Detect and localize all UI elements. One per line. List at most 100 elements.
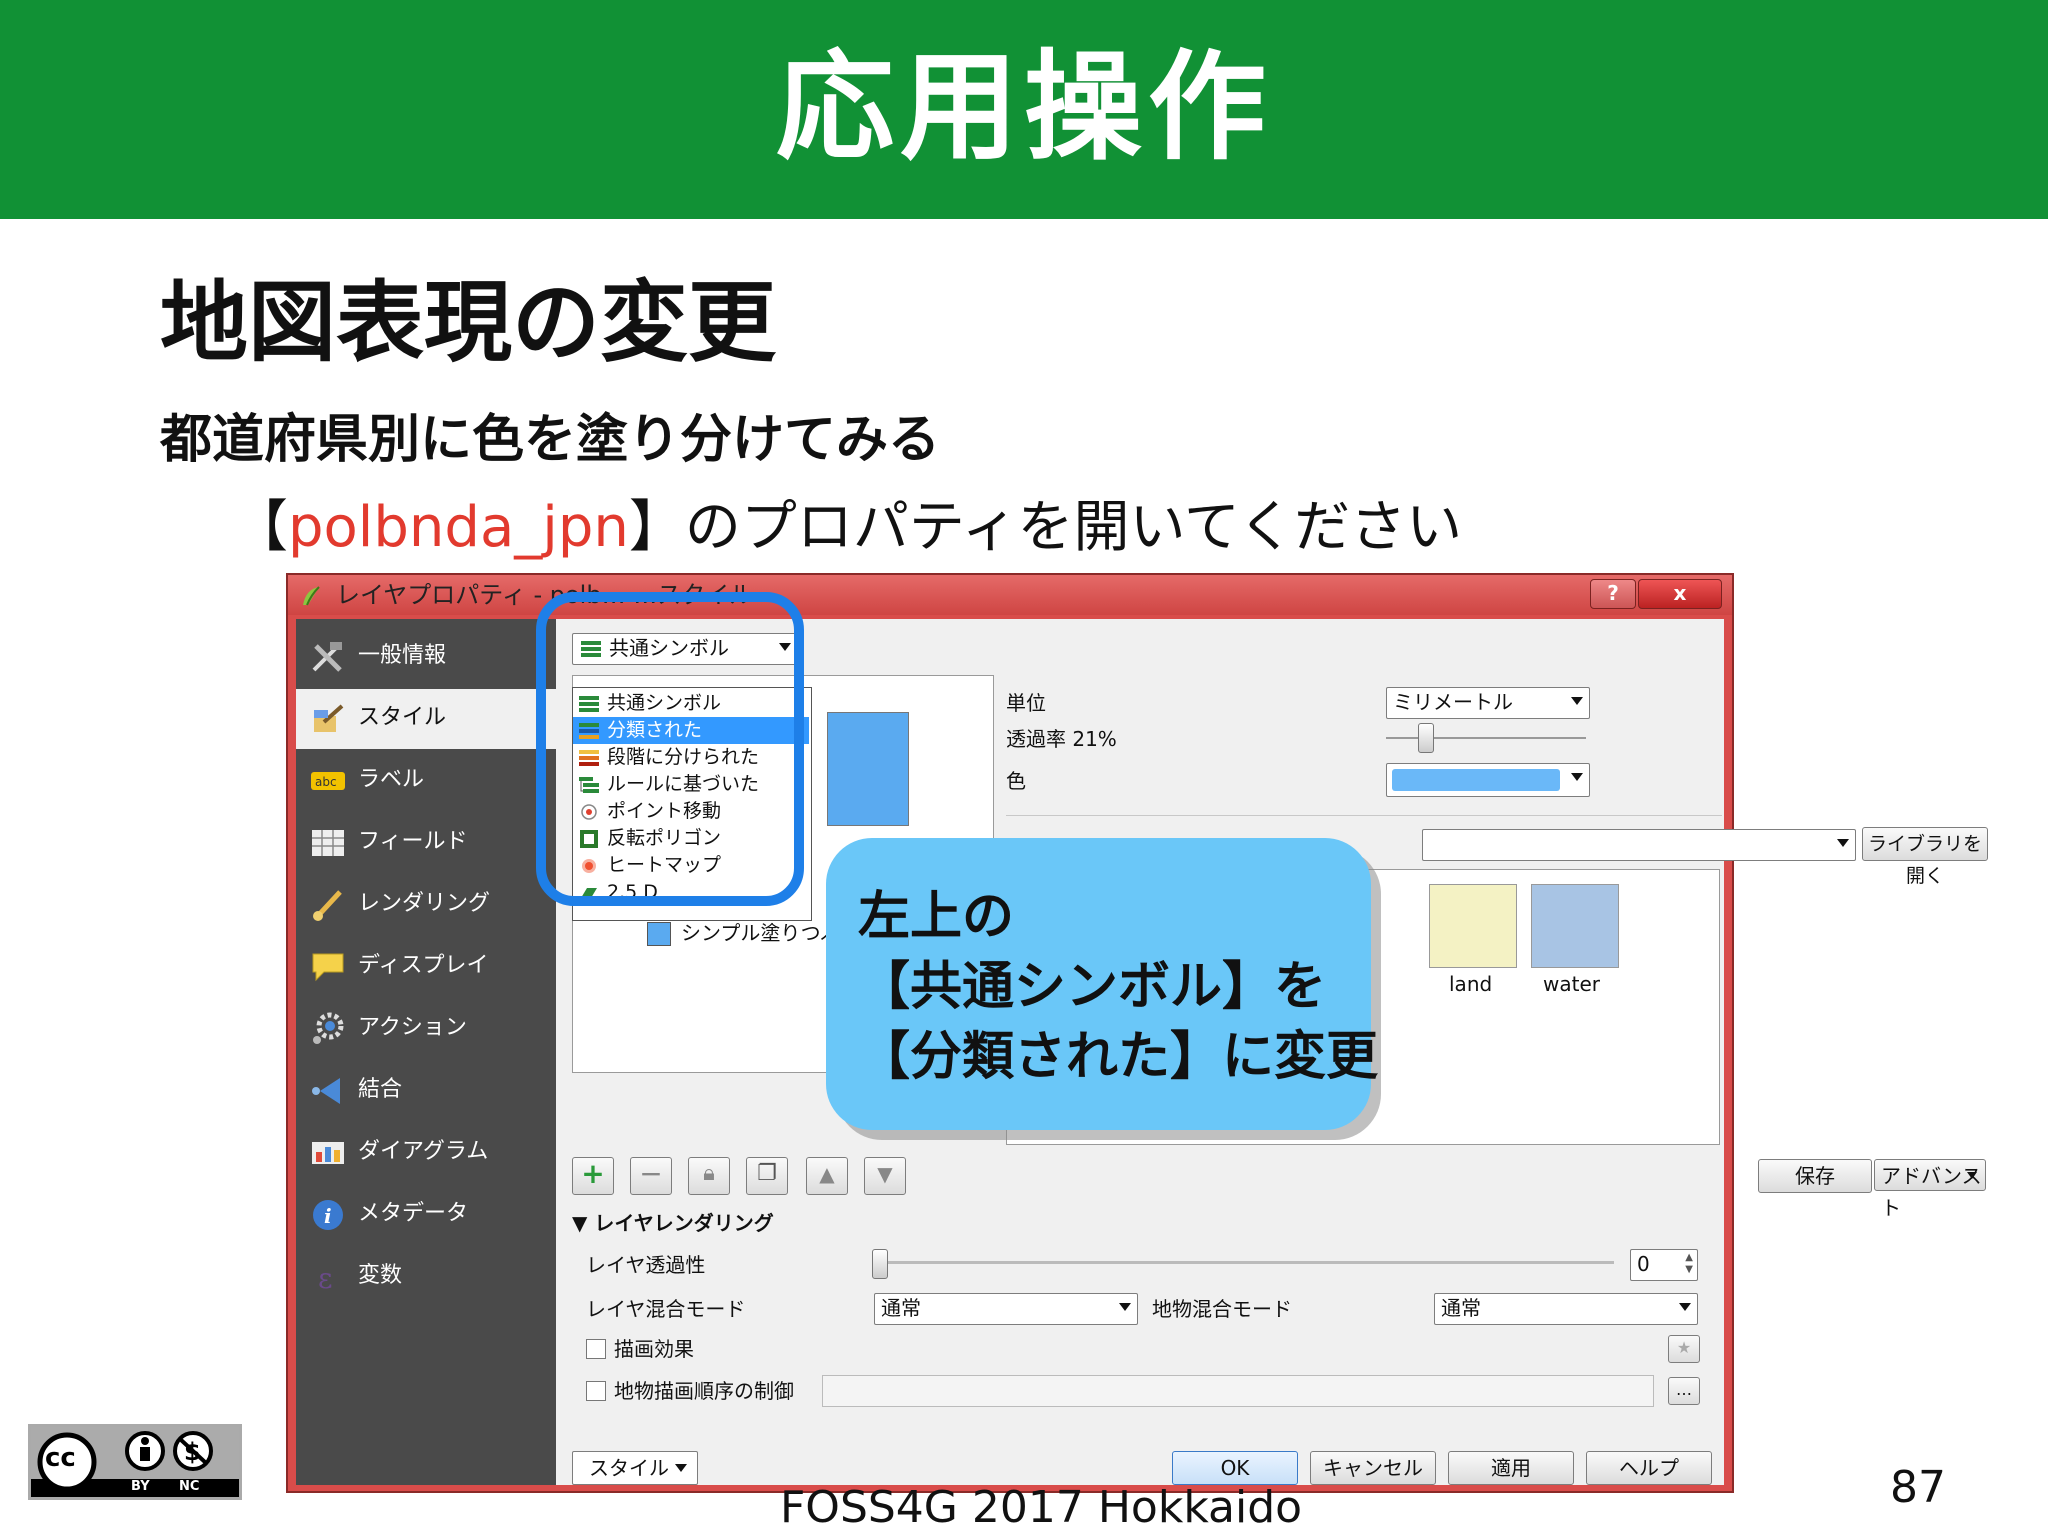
- sidebar-item-variables[interactable]: ε 変数: [296, 1247, 556, 1307]
- sidebar-item-joins[interactable]: 結合: [296, 1061, 556, 1121]
- order-control-label: 地物描画順序の制御: [614, 1379, 794, 1403]
- symbol-group-select[interactable]: [1422, 829, 1856, 861]
- sidebar-item-label: 一般情報: [358, 643, 447, 668]
- triangle-down-icon: ▼: [877, 1162, 893, 1186]
- symbol-label-land: land: [1449, 972, 1493, 996]
- svg-text:ε: ε: [318, 1262, 333, 1294]
- dialog-titlebar[interactable]: レイヤプロパティ - polb… …スタイル ? x: [288, 575, 1732, 615]
- order-expression-field[interactable]: [822, 1375, 1654, 1407]
- sidebar-item-label: アクション: [358, 1015, 467, 1040]
- sidebar-item-general[interactable]: 一般情報: [296, 627, 556, 687]
- star-icon: ★: [1676, 1338, 1692, 1357]
- sidebar-item-metadata[interactable]: i メタデータ: [296, 1185, 556, 1245]
- table-icon: [312, 830, 344, 856]
- add-symbol-layer-button[interactable]: +: [572, 1157, 614, 1195]
- sidebar-item-label: ラベル: [358, 767, 425, 792]
- style-menu-button[interactable]: スタイル: [572, 1451, 698, 1485]
- collapse-triangle-icon: ▼: [572, 1211, 595, 1235]
- triangle-up-icon: ▲: [819, 1162, 835, 1186]
- chevron-down-icon: [1679, 1303, 1691, 1311]
- layer-transparency-label: レイヤ透過性: [586, 1253, 706, 1277]
- remove-symbol-layer-button[interactable]: −: [630, 1157, 672, 1195]
- sidebar-item-actions[interactable]: アクション: [296, 999, 556, 1059]
- sidebar-item-fields[interactable]: フィールド: [296, 813, 556, 873]
- style-menu-label: スタイル: [589, 1456, 669, 1480]
- symbol-preview-swatch: [827, 712, 909, 826]
- order-ellipsis-button[interactable]: …: [1668, 1377, 1700, 1405]
- paintbrush-icon: [314, 704, 344, 732]
- move-up-button[interactable]: ▲: [806, 1157, 848, 1195]
- by-text: BY: [131, 1479, 150, 1494]
- lock-icon: 🔒︎: [703, 1161, 715, 1186]
- layer-blend-select[interactable]: 通常: [874, 1293, 1138, 1325]
- draw-effects-label: 描画効果: [614, 1337, 694, 1361]
- layer-transparency-handle[interactable]: [872, 1249, 888, 1279]
- sidebar-item-display[interactable]: ディスプレイ: [296, 937, 556, 997]
- slide-title: 応用操作: [775, 38, 1272, 176]
- advanced-button[interactable]: アドバンスト: [1874, 1159, 1986, 1220]
- save-button[interactable]: 保存: [1758, 1159, 1872, 1193]
- bracket-open: 【: [232, 495, 288, 560]
- layer-transparency-spinbox[interactable]: 0 ▲ ▼: [1630, 1249, 1698, 1281]
- spin-arrows-icon: ▲ ▼: [1685, 1252, 1693, 1275]
- svg-text:abc: abc: [315, 775, 337, 789]
- feature-blend-value: 通常: [1441, 1296, 1481, 1320]
- feature-blend-select[interactable]: 通常: [1434, 1293, 1698, 1325]
- close-icon-button[interactable]: x: [1638, 579, 1722, 609]
- layer-rendering-header[interactable]: ▼ レイヤレンダリング: [572, 1209, 774, 1237]
- callout-line-3: 【分類された】に変更: [858, 1027, 1379, 1087]
- gear-icon: [313, 1012, 344, 1044]
- section-heading: 地図表現の変更: [160, 271, 777, 374]
- color-button[interactable]: [1386, 763, 1590, 797]
- minus-icon: −: [639, 1157, 663, 1190]
- chevron-down-icon: [1571, 773, 1583, 781]
- sidebar-item-label: ダイアグラム: [358, 1139, 489, 1164]
- unit-select-value: ミリメートル: [1393, 690, 1513, 714]
- effects-settings-button[interactable]: ★: [1668, 1335, 1700, 1363]
- cc-license-badge[interactable]: $ cc BY NC: [28, 1424, 242, 1500]
- sidebar-item-rendering[interactable]: レンダリング: [296, 875, 556, 935]
- layer-blend-value: 通常: [881, 1296, 921, 1320]
- layer-rendering-title: レイヤレンダリング: [594, 1211, 774, 1235]
- help-icon-button[interactable]: ?: [1590, 579, 1636, 609]
- sidebar-item-style[interactable]: スタイル: [296, 689, 556, 749]
- unit-label: 単位: [1006, 691, 1046, 715]
- draw-effects-checkbox[interactable]: [586, 1339, 606, 1359]
- apply-button[interactable]: 適用: [1448, 1451, 1574, 1485]
- transparency-label: 透過率 21%: [1006, 727, 1117, 751]
- open-library-button[interactable]: ライブラリを開く: [1862, 827, 1988, 887]
- feature-blend-label: 地物混合モード: [1152, 1297, 1292, 1321]
- sidebar-item-labels[interactable]: abc ラベル: [296, 751, 556, 811]
- chevron-down-icon: [675, 1464, 687, 1472]
- lock-symbol-layer-button[interactable]: 🔒︎: [688, 1157, 730, 1195]
- chevron-down-icon: [1967, 1172, 1977, 1179]
- sidebar-item-label: メタデータ: [358, 1201, 469, 1226]
- symbol-label-water: water: [1543, 972, 1600, 996]
- cancel-button[interactable]: キャンセル: [1310, 1451, 1436, 1485]
- layer-blend-label: レイヤ混合モード: [586, 1297, 746, 1321]
- unit-select[interactable]: ミリメートル: [1386, 687, 1590, 719]
- instruction-text: 【polbnda_jpn】のプロパティを開いてください: [232, 490, 1462, 566]
- transparency-slider-handle[interactable]: [1418, 723, 1434, 753]
- sidebar-item-label: ディスプレイ: [358, 953, 489, 978]
- dropdown-highlight-ring: [536, 592, 804, 906]
- sidebar-item-diagrams[interactable]: ダイアグラム: [296, 1123, 556, 1183]
- transparency-slider[interactable]: [1386, 737, 1586, 739]
- plus-icon: +: [581, 1157, 605, 1190]
- color-swatch: [1392, 769, 1560, 791]
- layer-name: polbnda_jpn: [288, 495, 629, 560]
- callout-line-2: 【共通シンボル】を: [858, 957, 1327, 1017]
- layer-transparency-slider[interactable]: [872, 1261, 1614, 1264]
- chevron-down-icon: [1837, 839, 1849, 847]
- symbol-swatch-water[interactable]: [1531, 884, 1619, 968]
- move-down-button[interactable]: ▼: [864, 1157, 906, 1195]
- help-button[interactable]: ヘルプ: [1586, 1451, 1712, 1485]
- tools-icon: [312, 642, 342, 672]
- duplicate-symbol-layer-button[interactable]: ❐: [746, 1157, 788, 1195]
- instruction-rest: 】のプロパティを開いてください: [628, 495, 1463, 560]
- order-control-checkbox[interactable]: [586, 1381, 606, 1401]
- symbol-swatch-land[interactable]: [1429, 884, 1517, 968]
- properties-sidebar: 一般情報 スタイル abc ラベル フィールド レンダリング ディスプレイ アク…: [296, 619, 556, 1485]
- footer-event-text: FOSS4G 2017 Hokkaido: [780, 1482, 1303, 1533]
- fill-symbol-icon: [647, 922, 671, 946]
